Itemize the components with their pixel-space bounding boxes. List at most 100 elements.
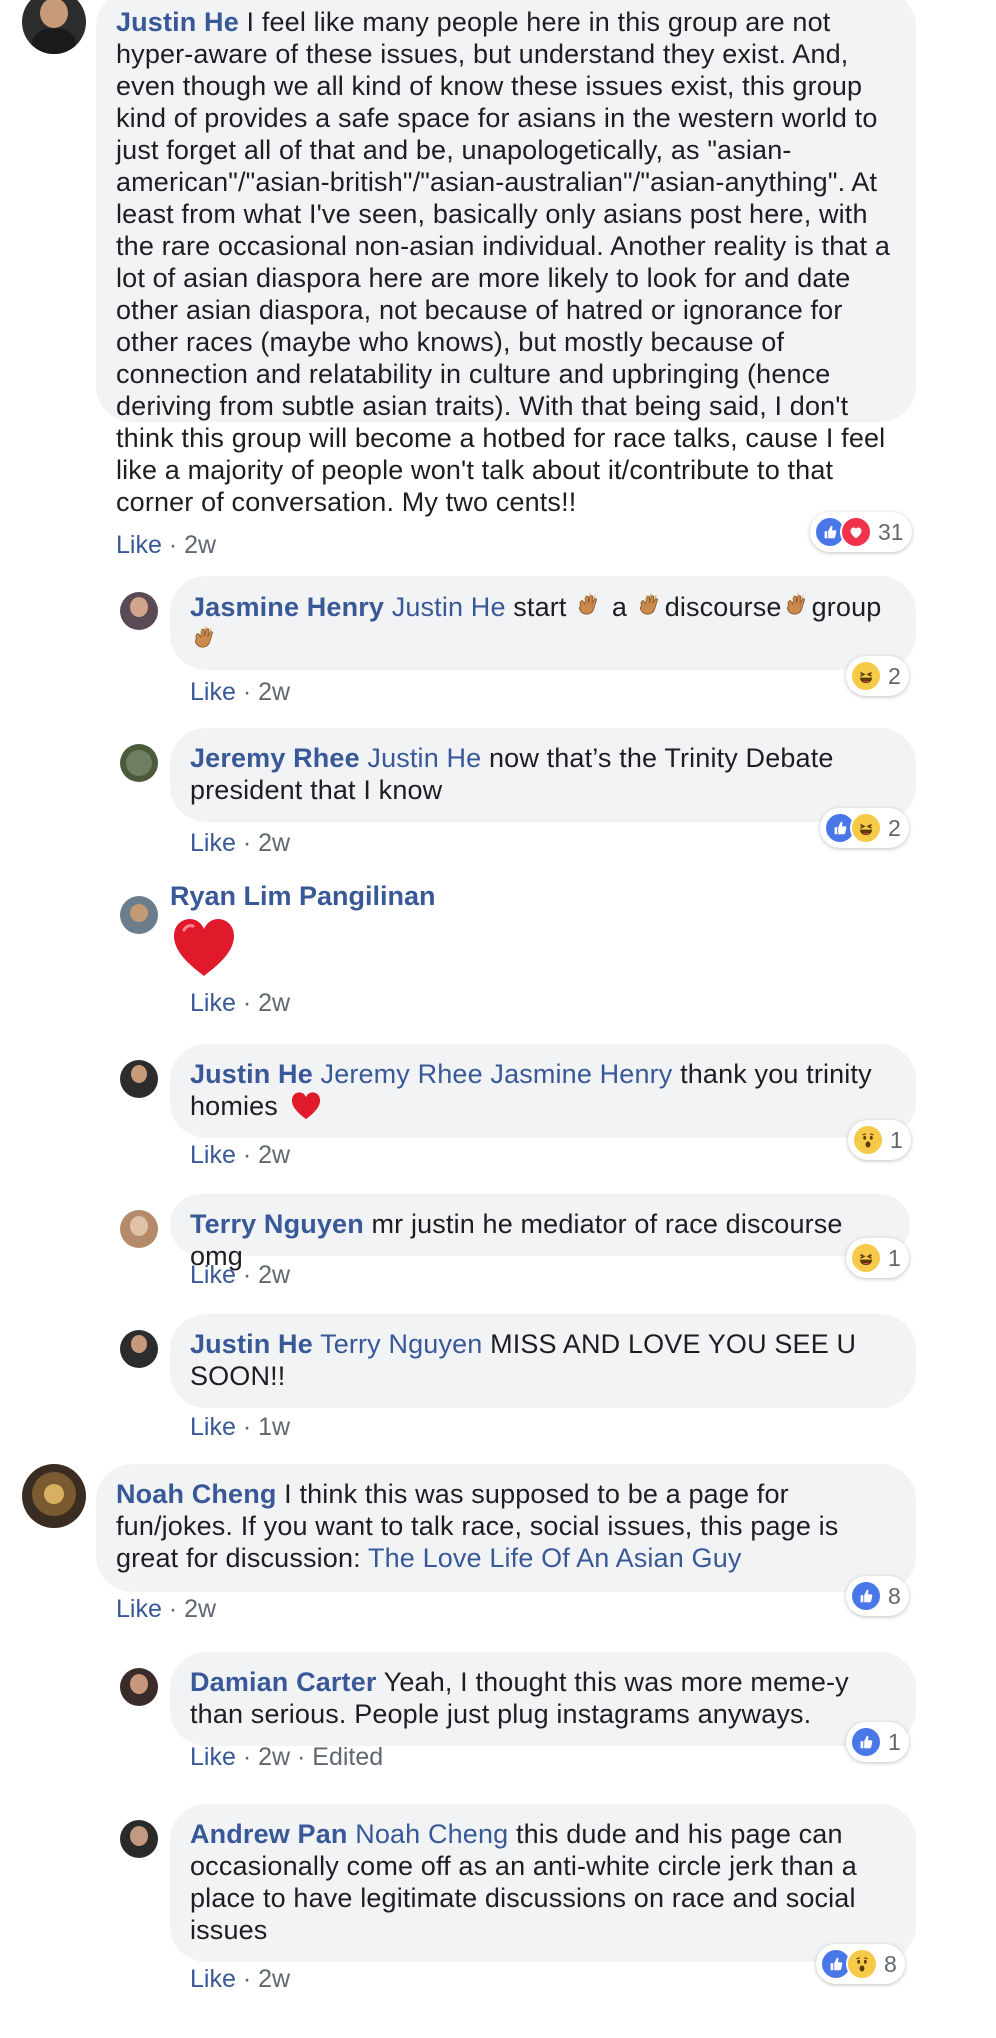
comment-actions: Like · 2w xyxy=(190,678,291,706)
comment-actions: Like · 2w xyxy=(190,1261,291,1289)
tagged-user[interactable]: Jasmine Henry xyxy=(490,1059,672,1089)
haha-reaction-icon xyxy=(850,660,882,692)
comment-author[interactable]: Jasmine Henry xyxy=(190,592,384,622)
reaction-summary[interactable]: 31 xyxy=(810,512,912,552)
like-button[interactable]: Like xyxy=(116,531,162,559)
avatar[interactable] xyxy=(120,1210,158,1248)
heart-icon xyxy=(174,919,234,976)
reaction-summary[interactable]: 1 xyxy=(848,1120,911,1160)
comment-author[interactable]: Justin He xyxy=(190,1329,313,1359)
comment-actions: Like · 2w xyxy=(116,531,217,559)
edited-label[interactable]: Edited xyxy=(312,1743,383,1771)
comment-time[interactable]: 1w xyxy=(258,1413,290,1441)
comment-bubble: Jeremy Rhee Justin He now that’s the Tri… xyxy=(170,728,916,822)
wow-reaction-icon xyxy=(852,1124,884,1156)
comment-time[interactable]: 2w xyxy=(258,1141,290,1169)
comment-bubble: Noah Cheng I think this was supposed to … xyxy=(96,1464,916,1592)
comment-bubble: Justin He Jeremy Rhee Jasmine Henry than… xyxy=(170,1044,916,1138)
comment-actions: Like · 2w xyxy=(116,1595,217,1623)
like-button[interactable]: Like xyxy=(190,989,236,1017)
reaction-summary[interactable]: 8 xyxy=(816,1944,905,1984)
comment-time[interactable]: 2w xyxy=(258,829,290,857)
comment-time[interactable]: 2w xyxy=(258,678,290,706)
reaction-summary[interactable]: 1 xyxy=(846,1238,909,1278)
reaction-summary[interactable]: 2 xyxy=(820,808,909,848)
comment-bubble: Jasmine Henry Justin He start a discours… xyxy=(170,576,916,670)
comment-bubble: Andrew Pan Noah Cheng this dude and his … xyxy=(170,1804,916,1962)
like-button[interactable]: Like xyxy=(190,1965,236,1993)
avatar[interactable] xyxy=(120,592,158,630)
clapping-hands-icon xyxy=(574,590,604,620)
comment-text-1: start xyxy=(513,592,567,622)
comment-author[interactable]: Noah Cheng xyxy=(116,1479,277,1509)
reaction-count: 2 xyxy=(888,662,901,689)
clapping-hands-icon xyxy=(635,590,665,620)
like-button[interactable]: Like xyxy=(190,1743,236,1771)
tagged-user[interactable]: Jeremy Rhee xyxy=(321,1059,483,1089)
comment-author[interactable]: Andrew Pan xyxy=(190,1819,348,1849)
tagged-user[interactable]: Justin He xyxy=(367,743,481,773)
comment-bubble: Terry Nguyen mr justin he mediator of ra… xyxy=(170,1194,910,1271)
comment-bubble: Damian Carter Yeah, I thought this was m… xyxy=(170,1652,916,1746)
page-link[interactable]: The Love Life Of An Asian Guy xyxy=(368,1543,742,1573)
like-button[interactable]: Like xyxy=(190,829,236,857)
comment-time[interactable]: 2w xyxy=(258,1261,290,1289)
tagged-user[interactable]: Terry Nguyen xyxy=(320,1329,482,1359)
comment-text: I feel like many people here in this gro… xyxy=(116,7,890,517)
like-reaction-icon xyxy=(850,1580,882,1612)
comment-time[interactable]: 2w xyxy=(258,989,290,1017)
comment-time[interactable]: 2w xyxy=(184,531,216,559)
reaction-count: 1 xyxy=(890,1126,903,1153)
reaction-summary[interactable]: 1 xyxy=(846,1722,909,1762)
comment-time[interactable]: 2w xyxy=(258,1965,290,1993)
avatar[interactable] xyxy=(120,1820,158,1858)
comment-author[interactable]: Terry Nguyen xyxy=(190,1209,364,1239)
comment-actions: Like · 2w xyxy=(190,989,291,1017)
reaction-count: 2 xyxy=(888,814,901,841)
reaction-count: 1 xyxy=(888,1728,901,1755)
avatar[interactable] xyxy=(120,1060,158,1098)
comment-text-4: group xyxy=(811,592,882,622)
comment-author[interactable]: Damian Carter xyxy=(190,1667,377,1697)
tagged-user[interactable]: Justin He xyxy=(392,592,506,622)
comment-actions: Like · 2w xyxy=(190,829,291,857)
like-button[interactable]: Like xyxy=(190,1413,236,1441)
comment-actions: Like · 2w · Edited xyxy=(190,1743,384,1771)
like-button[interactable]: Like xyxy=(116,1595,162,1623)
reaction-count: 31 xyxy=(878,518,904,545)
reaction-summary[interactable]: 2 xyxy=(846,656,909,696)
haha-reaction-icon xyxy=(850,1242,882,1274)
avatar[interactable] xyxy=(120,1330,158,1368)
clapping-hands-icon xyxy=(190,623,220,653)
tagged-user[interactable]: Noah Cheng xyxy=(355,1819,508,1849)
like-reaction-icon xyxy=(850,1726,882,1758)
reaction-count: 1 xyxy=(888,1244,901,1271)
like-button[interactable]: Like xyxy=(190,678,236,706)
heart-icon xyxy=(291,1092,320,1120)
avatar[interactable] xyxy=(120,1668,158,1706)
comment-author[interactable]: Justin He xyxy=(190,1059,313,1089)
comment-author[interactable]: Justin He xyxy=(116,7,239,37)
comment-text-2: a xyxy=(611,592,628,622)
avatar[interactable] xyxy=(120,744,158,782)
love-reaction-icon xyxy=(840,516,872,548)
comment-author[interactable]: Ryan Lim Pangilinan xyxy=(170,880,436,912)
avatar[interactable] xyxy=(120,896,158,934)
reaction-count: 8 xyxy=(888,1582,901,1609)
haha-reaction-icon xyxy=(850,812,882,844)
comment-bubble: Justin He Terry Nguyen MISS AND LOVE YOU… xyxy=(170,1314,916,1408)
avatar[interactable] xyxy=(22,1464,86,1528)
comment-time[interactable]: 2w xyxy=(258,1743,290,1771)
reaction-summary[interactable]: 8 xyxy=(846,1576,909,1616)
reaction-count: 8 xyxy=(884,1950,897,1977)
comment-actions: Like · 1w xyxy=(190,1413,291,1441)
comment-text-3: discourse xyxy=(664,592,782,622)
like-button[interactable]: Like xyxy=(190,1141,236,1169)
avatar[interactable] xyxy=(22,0,86,54)
comment-author[interactable]: Jeremy Rhee xyxy=(190,743,360,773)
comment-actions: Like · 2w xyxy=(190,1141,291,1169)
comment-bubble: Justin He I feel like many people here i… xyxy=(96,0,916,517)
like-button[interactable]: Like xyxy=(190,1261,236,1289)
comment-actions: Like · 2w xyxy=(190,1965,291,1993)
comment-time[interactable]: 2w xyxy=(184,1595,216,1623)
